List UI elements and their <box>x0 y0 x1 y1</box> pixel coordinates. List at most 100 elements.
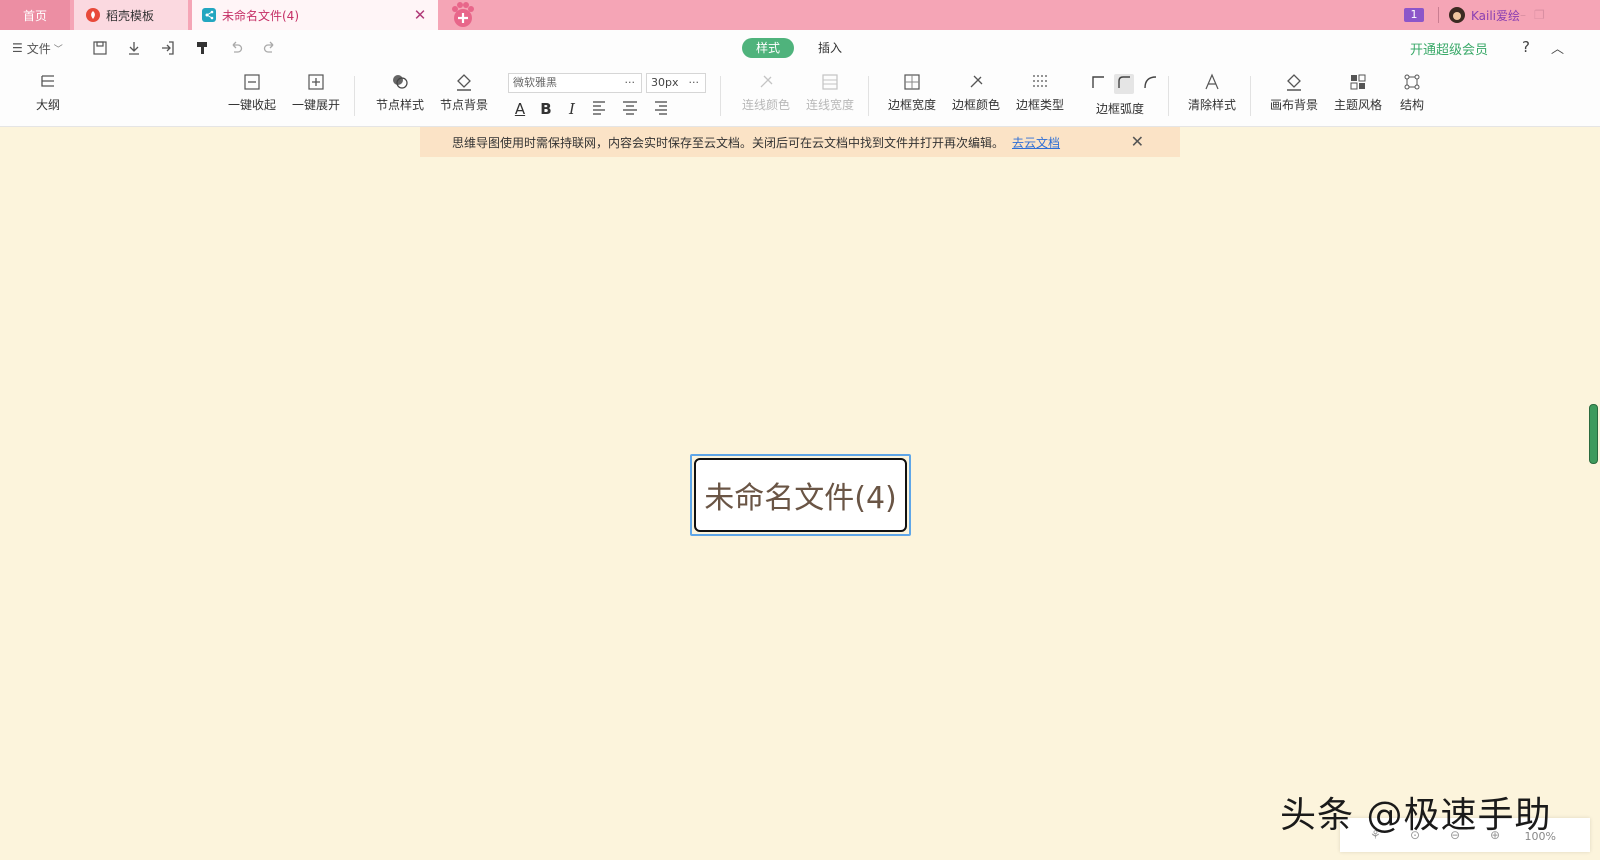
line-color-icon <box>760 75 773 88</box>
window-controls[interactable]: –❐ <box>1520 8 1580 22</box>
chevron-down-icon: ﹀ <box>53 44 63 55</box>
corner-round-icon <box>1118 76 1130 88</box>
bold-button[interactable]: B <box>536 99 556 119</box>
collapse-all-label: 一键收起 <box>227 98 276 112</box>
line-width-button[interactable]: 连线宽度 <box>798 72 862 113</box>
align-left-icon <box>593 101 605 115</box>
more-icon: ··· <box>624 76 636 89</box>
structure-button[interactable]: 结构 <box>1390 72 1434 113</box>
canvas-background-label: 画布背景 <box>1269 98 1318 112</box>
clear-style-button[interactable]: 清除样式 <box>1180 72 1244 113</box>
expand-all-button[interactable]: 一键展开 <box>284 72 348 113</box>
username[interactable]: Kaili爱绘 <box>1471 7 1520 24</box>
export-button[interactable] <box>158 38 178 58</box>
divider <box>720 76 721 116</box>
tab-style[interactable]: 样式 <box>742 38 794 58</box>
line-color-button[interactable]: 连线颜色 <box>734 72 798 113</box>
align-left-button[interactable] <box>590 99 610 119</box>
close-icon[interactable]: ✕ <box>1131 133 1144 151</box>
line-width-label: 连线宽度 <box>805 98 854 112</box>
tab-insert[interactable]: 插入 <box>810 38 850 58</box>
divider <box>1168 76 1169 116</box>
font-size-value: 30px <box>651 76 679 89</box>
border-width-icon <box>904 74 920 90</box>
outline-icon <box>41 75 54 87</box>
border-type-label: 边框类型 <box>1015 98 1064 112</box>
clear-style-icon <box>1205 73 1219 90</box>
save-icon <box>93 41 107 55</box>
border-width-button[interactable]: 边框宽度 <box>880 72 944 113</box>
align-right-button[interactable] <box>650 99 670 119</box>
hamburger-icon: ☰ <box>12 41 23 55</box>
divider <box>868 76 869 116</box>
structure-icon <box>1404 74 1420 90</box>
corner-square-button[interactable] <box>1088 74 1108 94</box>
corner-round-button[interactable] <box>1114 74 1134 94</box>
node-style-label: 节点样式 <box>375 98 424 112</box>
minimize-icon[interactable]: – <box>1520 8 1534 22</box>
redo-button[interactable] <box>260 38 280 58</box>
undo-button[interactable] <box>226 38 246 58</box>
paint-bucket-icon <box>1287 74 1301 91</box>
italic-button[interactable]: I <box>562 99 582 119</box>
outline-label: 大纲 <box>35 98 60 112</box>
node-style-icon <box>393 75 408 89</box>
line-color-label: 连线颜色 <box>741 98 790 112</box>
file-menu-button[interactable]: ☰ 文件 ﹀ <box>12 38 63 58</box>
notification-badge[interactable]: 1 <box>1403 8 1424 22</box>
border-radius-label: 边框弧度 <box>1096 102 1145 116</box>
more-icon: ··· <box>688 76 700 89</box>
border-color-button[interactable]: 边框颜色 <box>944 72 1008 113</box>
mindmap-file-icon <box>202 8 216 22</box>
font-color-button[interactable]: A <box>510 99 530 119</box>
divider <box>1250 76 1251 116</box>
corner-arc-button[interactable] <box>1140 74 1160 94</box>
node-background-label: 节点背景 <box>439 98 488 112</box>
vertical-scrollbar[interactable] <box>1589 404 1598 464</box>
paw-plus-icon <box>452 2 474 27</box>
tab-mindmap-file[interactable]: 未命名文件(4) ✕ <box>192 0 438 30</box>
line-width-icon <box>822 74 838 90</box>
font-family-select[interactable]: 微软雅黑 ··· <box>508 73 642 93</box>
help-icon[interactable]: ? <box>1522 38 1530 56</box>
border-type-button[interactable]: 边框类型 <box>1008 72 1072 113</box>
root-topic-node[interactable]: 未命名文件(4) <box>694 458 907 532</box>
tab-daoke-templates[interactable]: 稻壳模板 <box>74 0 188 30</box>
cloud-save-notice: 思维导图使用时需保持联网，内容会实时保存至云文档。关闭后可在云文档中找到文件并打… <box>420 127 1180 157</box>
vip-link[interactable]: 开通超级会员 <box>1410 39 1488 58</box>
plus-square-icon <box>308 74 324 90</box>
avatar[interactable] <box>1448 7 1465 23</box>
canvas-background-button[interactable]: 画布背景 <box>1262 72 1326 113</box>
align-center-button[interactable] <box>620 99 640 119</box>
clear-style-label: 清除样式 <box>1187 98 1236 112</box>
font-size-select[interactable]: 30px ··· <box>646 73 706 93</box>
tab-home-label: 首页 <box>22 8 47 23</box>
corner-arc-icon <box>1144 76 1157 89</box>
tab-home[interactable]: 首页 <box>0 0 70 30</box>
tab-bar: 首页 稻壳模板 未命名文件(4) ✕ 1 Kaili爱绘 –❐ <box>0 0 1600 30</box>
node-background-button[interactable]: 节点背景 <box>432 72 496 113</box>
save-button[interactable] <box>90 38 110 58</box>
download-button[interactable] <box>124 38 144 58</box>
border-color-label: 边框颜色 <box>951 98 1000 112</box>
close-tab-icon[interactable]: ✕ <box>412 7 428 23</box>
restore-icon[interactable]: ❐ <box>1534 8 1553 22</box>
chevron-up-icon[interactable]: ︿ <box>1551 38 1564 57</box>
notice-text: 思维导图使用时需保持联网，内容会实时保存至云文档。关闭后可在云文档中找到文件并打… <box>452 135 1005 150</box>
format-painter-button[interactable] <box>192 38 212 58</box>
go-cloud-docs-link[interactable]: 去云文档 <box>1012 134 1060 151</box>
border-width-label: 边框宽度 <box>887 98 936 112</box>
collapse-all-button[interactable]: 一键收起 <box>220 72 284 113</box>
tab-file-label: 未命名文件(4) <box>222 8 299 23</box>
expand-all-label: 一键展开 <box>291 98 340 112</box>
theme-style-button[interactable]: 主题风格 <box>1326 72 1390 113</box>
outline-button[interactable]: 大纲 <box>16 72 80 113</box>
export-icon <box>162 41 174 55</box>
align-right-icon <box>655 101 667 115</box>
divider <box>354 76 355 116</box>
node-style-button[interactable]: 节点样式 <box>368 72 432 113</box>
divider <box>1437 7 1439 23</box>
new-tab-button[interactable] <box>448 1 478 29</box>
menu-row: ☰ 文件 ﹀ 样式 插入 开通超级会员 ? ︿ <box>0 30 1600 66</box>
style-ribbon: 大纲 一键收起 一键展开 节点样式 节点背景 微软雅黑 ··· 30px ···… <box>0 66 1600 127</box>
